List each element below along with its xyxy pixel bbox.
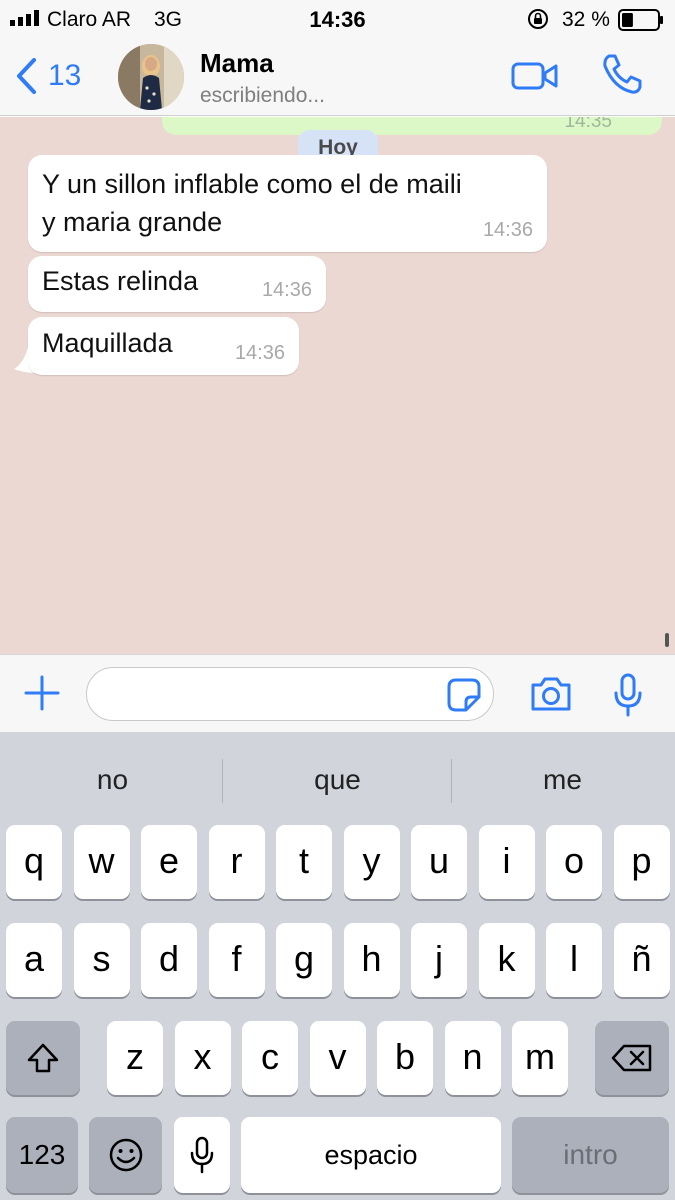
- incoming-message[interactable]: Estas relinda 14:36: [28, 256, 326, 312]
- key-d[interactable]: d: [141, 923, 197, 997]
- message-time: 14:36: [261, 279, 312, 301]
- status-bar: Claro AR 3G 14:36 32 %: [0, 0, 675, 38]
- key-p[interactable]: p: [613, 825, 670, 899]
- rotation-lock-icon: [528, 9, 548, 29]
- message-time: 14:36: [482, 219, 533, 241]
- numbers-key[interactable]: 123: [6, 1117, 78, 1193]
- dictation-key[interactable]: [174, 1117, 230, 1193]
- key-e[interactable]: e: [141, 825, 197, 899]
- message-input-bar: [0, 654, 675, 732]
- emoji-key[interactable]: [89, 1117, 162, 1193]
- key-h[interactable]: h: [343, 923, 400, 997]
- suggestion-2[interactable]: que: [225, 732, 450, 827]
- incoming-message[interactable]: Y un sillon inflable como el de maili y …: [28, 155, 547, 252]
- emoji-icon: [109, 1138, 142, 1172]
- key-k[interactable]: k: [478, 923, 535, 997]
- sticker-icon[interactable]: [446, 677, 482, 713]
- key-c[interactable]: c: [242, 1021, 298, 1095]
- key-m[interactable]: m: [512, 1021, 568, 1095]
- key-f[interactable]: f: [208, 923, 265, 997]
- suggestion-divider: [222, 759, 223, 803]
- back-button[interactable]: 13: [14, 56, 81, 96]
- keyboard: no que me qwertyuiop asdfghjklñ zxcvbnm …: [0, 732, 675, 1200]
- chat-header: 13 Mama escribiendo...: [0, 38, 675, 116]
- key-x[interactable]: x: [174, 1021, 231, 1095]
- key-t[interactable]: t: [276, 825, 332, 899]
- chevron-left-icon: [17, 58, 36, 94]
- backspace-icon: [611, 1044, 652, 1072]
- dictation-mic-icon: [190, 1136, 214, 1174]
- key-l[interactable]: l: [546, 923, 602, 997]
- key-z[interactable]: z: [107, 1021, 163, 1095]
- plus-icon[interactable]: [24, 675, 60, 711]
- contact-name[interactable]: Mama: [200, 48, 274, 79]
- suggestion-3[interactable]: me: [450, 732, 675, 827]
- video-camera-icon[interactable]: [511, 60, 559, 92]
- key-i[interactable]: i: [478, 825, 535, 899]
- key-ñ[interactable]: ñ: [613, 923, 670, 997]
- camera-icon[interactable]: [529, 675, 573, 713]
- battery-icon: [618, 9, 663, 31]
- chat-area[interactable]: 14:35 Hoy Y un sillon inflable como el d…: [0, 117, 675, 654]
- space-key[interactable]: espacio: [241, 1117, 501, 1193]
- key-w[interactable]: w: [73, 825, 130, 899]
- key-v[interactable]: v: [309, 1021, 366, 1095]
- unread-count: 13: [48, 59, 82, 92]
- avatar-photo: [118, 44, 184, 110]
- suggestion-1[interactable]: no: [0, 732, 225, 827]
- key-u[interactable]: u: [411, 825, 467, 899]
- microphone-icon[interactable]: [612, 673, 644, 717]
- scroll-indicator[interactable]: [665, 633, 669, 647]
- return-key[interactable]: intro: [512, 1117, 669, 1193]
- backspace-key[interactable]: [595, 1021, 669, 1095]
- message-text: Estas relinda: [42, 266, 199, 296]
- key-y[interactable]: y: [343, 825, 400, 899]
- message-time: 14:35: [564, 117, 612, 132]
- key-j[interactable]: j: [411, 923, 467, 997]
- message-text: Maquillada: [42, 328, 173, 358]
- message-input[interactable]: [86, 667, 494, 721]
- shift-icon: [27, 1043, 59, 1073]
- key-s[interactable]: s: [73, 923, 130, 997]
- key-q[interactable]: q: [6, 825, 62, 899]
- battery-percent: 32 %: [562, 8, 610, 31]
- avatar[interactable]: [118, 44, 184, 110]
- message-text: Y un sillon inflable como el de maili y …: [42, 169, 462, 237]
- message-time: 14:36: [234, 342, 285, 364]
- key-o[interactable]: o: [546, 825, 602, 899]
- key-b[interactable]: b: [377, 1021, 433, 1095]
- key-g[interactable]: g: [276, 923, 332, 997]
- key-n[interactable]: n: [444, 1021, 501, 1095]
- key-a[interactable]: a: [6, 923, 62, 997]
- incoming-message[interactable]: Maquillada 14:36: [28, 317, 299, 375]
- key-r[interactable]: r: [208, 825, 265, 899]
- shift-key[interactable]: [6, 1021, 80, 1095]
- phone-icon[interactable]: [600, 52, 644, 96]
- outgoing-message-partial[interactable]: 14:35: [162, 117, 662, 135]
- contact-status: escribiendo...: [200, 84, 325, 107]
